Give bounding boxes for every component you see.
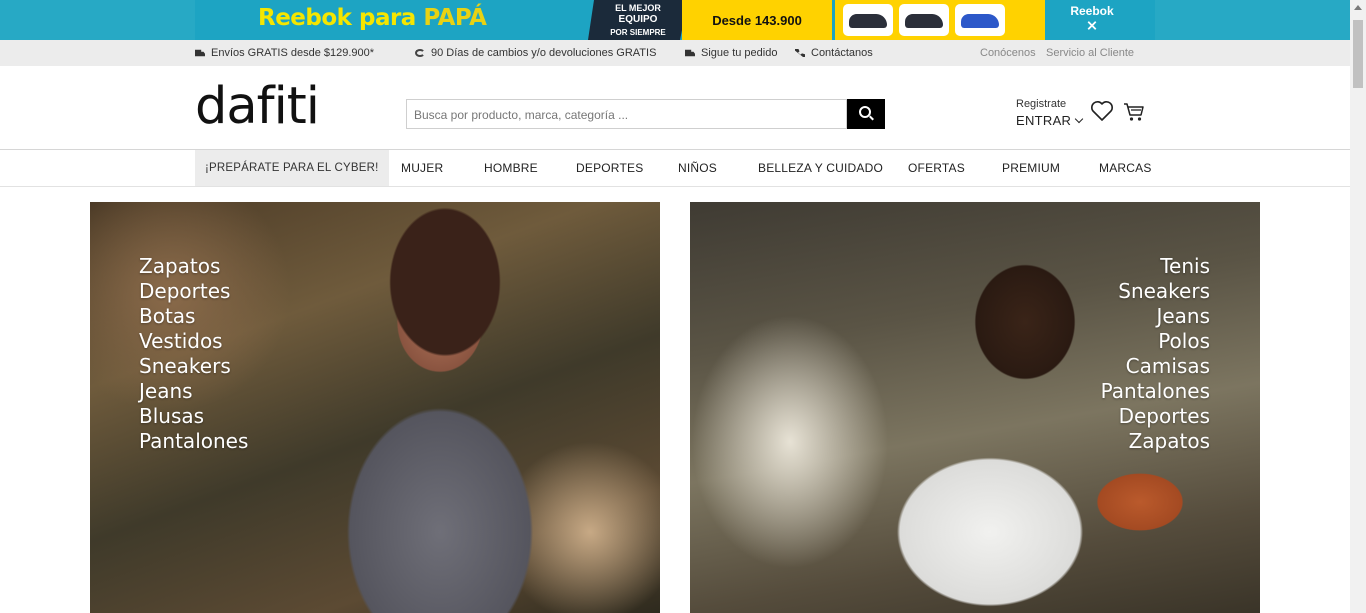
promo-banner[interactable]: Reebok para PAPÁ EL MEJOR EQUIPO POR SIE… bbox=[0, 0, 1350, 40]
category-link[interactable]: Tenis bbox=[1101, 254, 1210, 279]
nav-ofertas[interactable]: OFERTAS bbox=[908, 150, 965, 186]
search-input[interactable]: Busca por producto, marca, categoría ... bbox=[406, 99, 847, 129]
nav-cyber-promo[interactable]: ¡PREPÁRATE PARA EL CYBER! bbox=[195, 150, 389, 186]
chevron-down-icon bbox=[1075, 114, 1084, 124]
promo-badge: EL MEJOR EQUIPO POR SIEMPRE bbox=[588, 0, 688, 40]
page-scrollbar[interactable] bbox=[1350, 0, 1366, 613]
category-link[interactable]: Camisas bbox=[1101, 354, 1210, 379]
free-shipping-link[interactable]: Envíos GRATIS desde $129.900* bbox=[195, 47, 374, 59]
refresh-icon bbox=[415, 49, 425, 57]
women-category-list: Zapatos Deportes Botas Vestidos Sneakers… bbox=[139, 254, 248, 454]
returns-link[interactable]: 90 Días de cambios y/o devoluciones GRAT… bbox=[415, 47, 656, 59]
category-link[interactable]: Vestidos bbox=[139, 329, 248, 354]
nav-belleza[interactable]: BELLEZA Y CUIDADO bbox=[758, 150, 883, 186]
customer-service-link[interactable]: Servicio al Cliente bbox=[1046, 47, 1134, 59]
about-link[interactable]: Conócenos bbox=[980, 47, 1036, 59]
nav-premium[interactable]: PREMIUM bbox=[1002, 150, 1060, 186]
shoe-image bbox=[843, 4, 893, 36]
shoe-image bbox=[955, 4, 1005, 36]
register-link[interactable]: Registrate bbox=[1016, 98, 1066, 110]
phone-icon bbox=[795, 49, 805, 57]
promo-price: Desde 143.900 bbox=[682, 0, 832, 40]
category-link[interactable]: Blusas bbox=[139, 404, 248, 429]
category-link[interactable]: Jeans bbox=[139, 379, 248, 404]
category-link[interactable]: Sneakers bbox=[139, 354, 248, 379]
reebok-logo: Reebok ⨯ bbox=[1070, 4, 1114, 33]
nav-marcas[interactable]: MARCAS bbox=[1099, 150, 1152, 186]
scrollbar-thumb[interactable] bbox=[1353, 20, 1363, 88]
track-order-link[interactable]: Sigue tu pedido bbox=[685, 47, 777, 59]
category-link[interactable]: Sneakers bbox=[1101, 279, 1210, 304]
dafiti-logo[interactable]: dafiti bbox=[195, 78, 320, 136]
promo-banner-creative[interactable]: Reebok para PAPÁ EL MEJOR EQUIPO POR SIE… bbox=[195, 0, 1155, 40]
category-link[interactable]: Pantalones bbox=[139, 429, 248, 454]
login-dropdown[interactable]: ENTRAR bbox=[1016, 113, 1084, 128]
category-link[interactable]: Jeans bbox=[1101, 304, 1210, 329]
nav-ninos[interactable]: NIÑOS bbox=[678, 150, 717, 186]
men-category-list: Tenis Sneakers Jeans Polos Camisas Panta… bbox=[1101, 254, 1210, 454]
contact-link[interactable]: Contáctanos bbox=[795, 47, 873, 59]
category-link[interactable]: Botas bbox=[139, 304, 248, 329]
hero-men-banner[interactable]: Tenis Sneakers Jeans Polos Camisas Panta… bbox=[690, 202, 1260, 613]
scroll-up-arrow[interactable] bbox=[1354, 5, 1362, 10]
nav-hombre[interactable]: HOMBRE bbox=[484, 150, 538, 186]
search-button[interactable] bbox=[847, 99, 885, 129]
truck-icon bbox=[195, 49, 205, 57]
main-nav: ¡PREPÁRATE PARA EL CYBER! MUJER HOMBRE D… bbox=[0, 150, 1350, 187]
shoe-image bbox=[899, 4, 949, 36]
nav-mujer[interactable]: MUJER bbox=[401, 150, 443, 186]
nav-deportes[interactable]: DEPORTES bbox=[576, 150, 643, 186]
heart-icon[interactable] bbox=[1090, 100, 1114, 122]
category-link[interactable]: Polos bbox=[1101, 329, 1210, 354]
promo-shoes bbox=[835, 0, 1045, 40]
hero-women-banner[interactable]: Zapatos Deportes Botas Vestidos Sneakers… bbox=[90, 202, 660, 613]
info-bar: Envíos GRATIS desde $129.900* 90 Días de… bbox=[0, 40, 1350, 66]
category-link[interactable]: Pantalones bbox=[1101, 379, 1210, 404]
category-link[interactable]: Zapatos bbox=[139, 254, 248, 279]
site-header: dafiti Busca por producto, marca, catego… bbox=[0, 66, 1350, 150]
category-link[interactable]: Zapatos bbox=[1101, 429, 1210, 454]
category-link[interactable]: Deportes bbox=[139, 279, 248, 304]
cart-icon[interactable] bbox=[1123, 102, 1145, 122]
promo-title: Reebok para PAPÁ bbox=[258, 5, 487, 31]
truck-icon bbox=[685, 49, 695, 57]
category-link[interactable]: Deportes bbox=[1101, 404, 1210, 429]
